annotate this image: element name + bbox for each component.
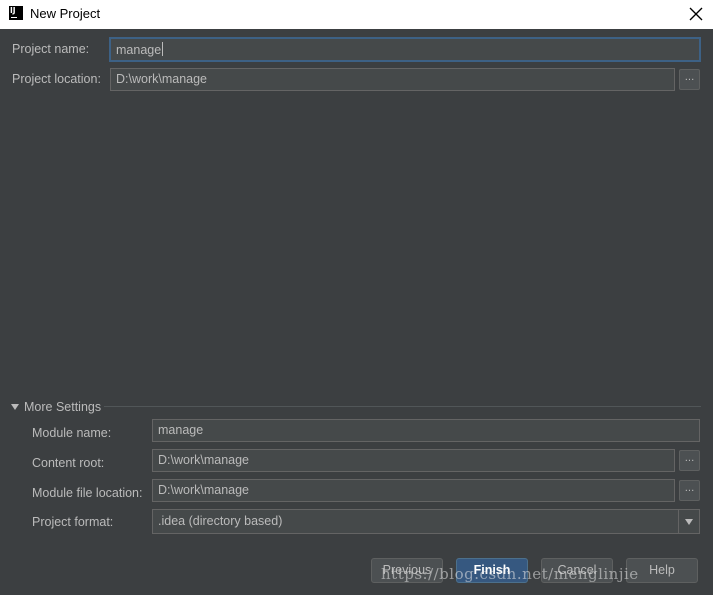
more-settings-label: More Settings: [24, 400, 102, 414]
project-location-label: Project location:: [12, 72, 101, 86]
project-location-input[interactable]: D:\work\manage: [110, 68, 675, 91]
module-file-location-input[interactable]: D:\work\manage: [152, 479, 675, 502]
title-bar: IJ New Project: [0, 0, 713, 29]
project-name-value: manage: [116, 43, 162, 57]
section-divider: [104, 406, 701, 407]
project-format-select[interactable]: .idea (directory based): [152, 509, 700, 534]
more-settings-toggle[interactable]: More Settings: [11, 400, 101, 414]
browse-content-root-button[interactable]: ...: [679, 450, 700, 471]
browse-project-location-button[interactable]: ...: [679, 69, 700, 90]
project-format-value: .idea (directory based): [158, 514, 283, 528]
module-file-location-label: Module file location:: [32, 486, 143, 500]
project-name-label: Project name:: [12, 42, 90, 56]
window-title: New Project: [30, 6, 101, 21]
dropdown-arrow-icon[interactable]: [678, 510, 699, 533]
module-name-label: Module name:: [32, 426, 112, 440]
text-caret: [162, 42, 164, 56]
intellij-logo-icon: IJ: [9, 6, 23, 20]
close-icon[interactable]: [687, 5, 705, 23]
watermark: https://blog.csdn.net/menglinjie: [381, 565, 639, 583]
expand-triangle-icon: [11, 404, 19, 410]
content-root-input[interactable]: D:\work\manage: [152, 449, 675, 472]
project-format-label: Project format:: [32, 515, 114, 529]
content-root-label: Content root:: [32, 456, 105, 470]
project-name-input[interactable]: manage: [110, 38, 700, 61]
browse-module-file-location-button[interactable]: ...: [679, 480, 700, 501]
module-name-input[interactable]: manage: [152, 419, 700, 442]
